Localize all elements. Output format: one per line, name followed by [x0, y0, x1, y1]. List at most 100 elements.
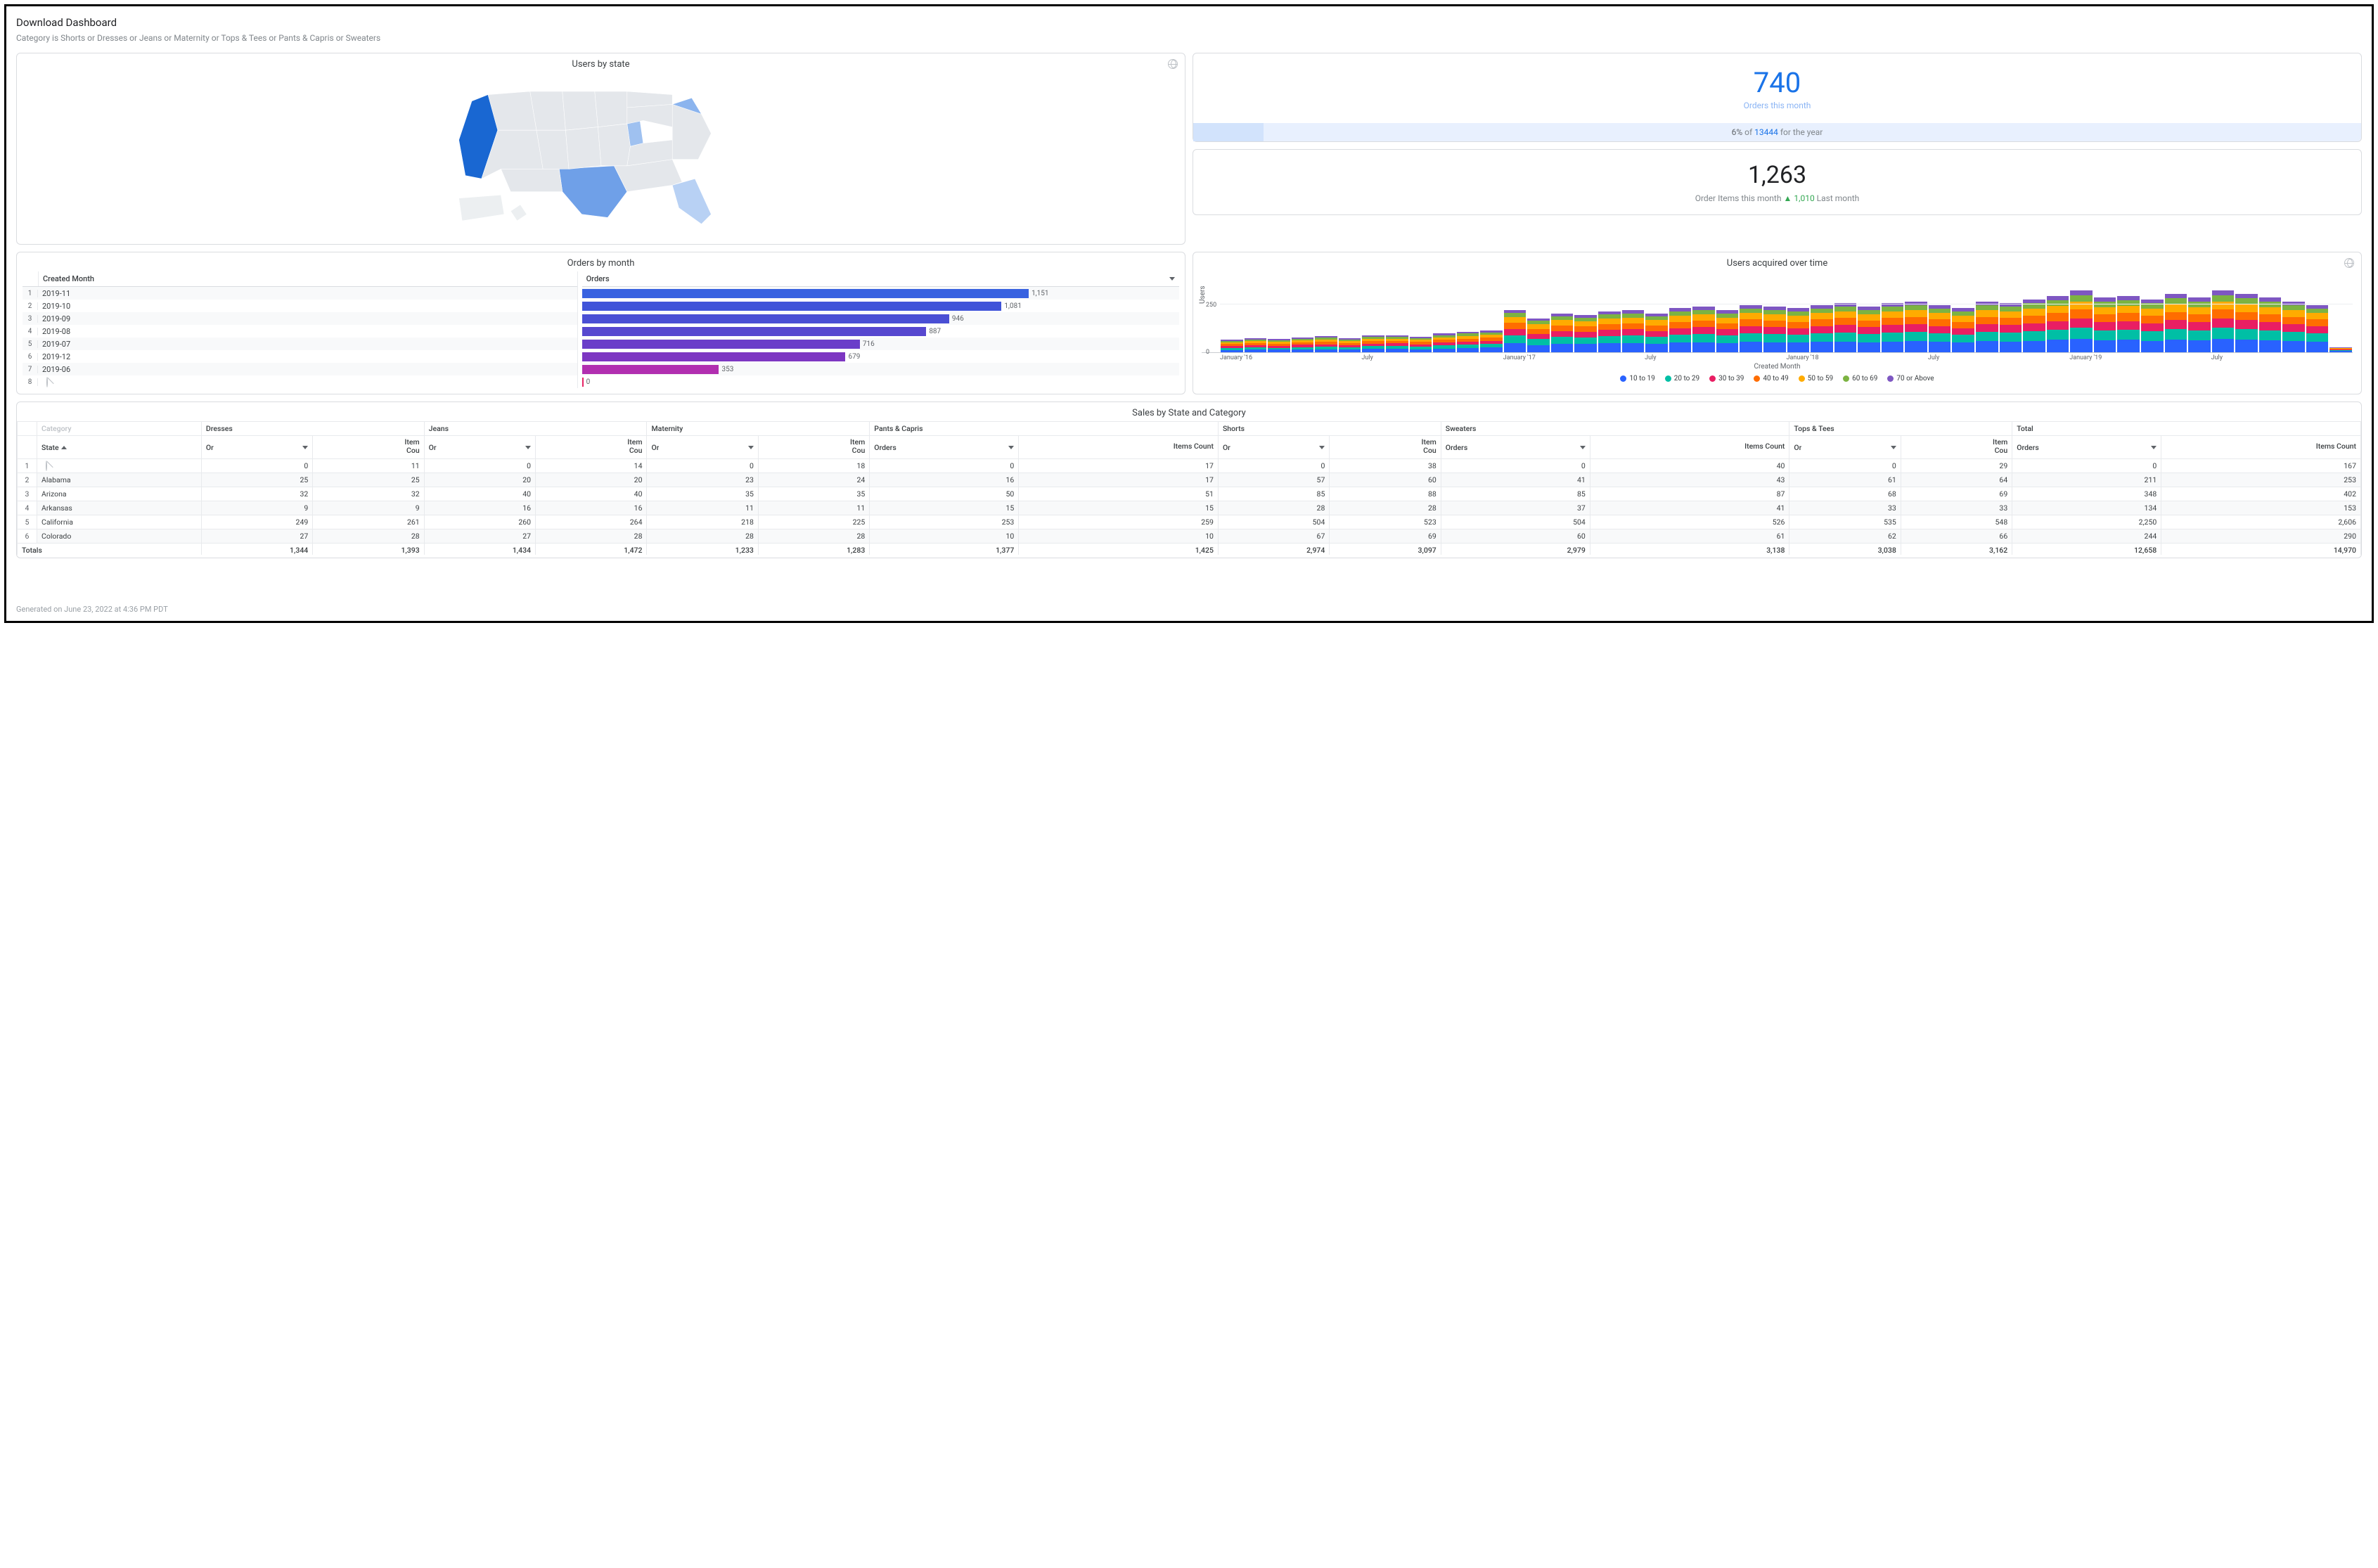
col-items-count[interactable]: ItemCou	[1330, 436, 1441, 459]
category-header[interactable]: Maternity	[647, 422, 870, 436]
x-axis-label: Created Month	[1202, 363, 2353, 371]
table-row[interactable]: 3Arizona32324040353550518588858768693484…	[18, 487, 2361, 501]
bar-row[interactable]: 946	[582, 312, 1179, 325]
col-items-count[interactable]: ItemCou	[313, 436, 424, 459]
chart-bar[interactable]	[1811, 305, 1833, 352]
col-items-count[interactable]: ItemCou	[536, 436, 647, 459]
chart-bar[interactable]	[1858, 307, 1880, 352]
chart-bar[interactable]	[1740, 305, 1762, 352]
chevron-down-icon	[1008, 446, 1014, 449]
chart-bar[interactable]	[1268, 339, 1290, 352]
chart-bar[interactable]	[2235, 294, 2258, 352]
chart-bar[interactable]	[1716, 310, 1739, 352]
col-state[interactable]: State	[37, 436, 202, 459]
bar-row[interactable]: 0	[582, 375, 1179, 388]
chart-bar[interactable]	[2094, 297, 2116, 352]
col-items-count[interactable]: Items Count	[1019, 436, 1219, 459]
chart-bar[interactable]	[1645, 314, 1668, 352]
chart-bar[interactable]	[1669, 308, 1692, 352]
chart-bar[interactable]	[1339, 338, 1361, 352]
chart-bar[interactable]	[2000, 303, 2022, 352]
chart-bar[interactable]	[2188, 297, 2211, 352]
chart-bar[interactable]	[1221, 340, 1243, 352]
chart-bar[interactable]	[2306, 305, 2329, 352]
col-orders[interactable]: Orders	[2012, 436, 2161, 459]
chart-bar[interactable]	[1457, 332, 1479, 352]
category-header[interactable]: Pants & Capris	[870, 422, 1219, 436]
chart-bar[interactable]	[1882, 303, 1904, 352]
col-items-count[interactable]: ItemCou	[758, 436, 869, 459]
table-row[interactable]: 72019-06	[23, 363, 577, 375]
chart-bar[interactable]	[1480, 330, 1503, 352]
chart-bar[interactable]	[1834, 303, 1857, 352]
chart-bar[interactable]	[1551, 314, 1574, 352]
category-header[interactable]: Dresses	[201, 422, 424, 436]
bar-row[interactable]: 679	[582, 350, 1179, 363]
chart-bar[interactable]	[1598, 311, 1621, 352]
chart-bar[interactable]	[1245, 338, 1267, 352]
col-orders[interactable]: Or	[647, 436, 758, 459]
chart-bar[interactable]	[1952, 308, 1974, 352]
chart-bar[interactable]	[1362, 335, 1384, 352]
col-orders[interactable]: Or	[424, 436, 535, 459]
chart-bar[interactable]	[1787, 308, 1810, 352]
col-orders[interactable]: Orders	[870, 436, 1019, 459]
table-row[interactable]: 2Alabama25252020232416175760414361642112…	[18, 473, 2361, 487]
table-row[interactable]: 4Arkansas9916161111151528283741333313415…	[18, 501, 2361, 515]
chart-bar[interactable]	[1527, 319, 1550, 352]
bar-row[interactable]: 1,151	[582, 287, 1179, 300]
table-row[interactable]: 10110140180170380400290167	[18, 459, 2361, 473]
chart-bar[interactable]	[1574, 315, 1597, 352]
us-map[interactable]	[17, 72, 1185, 244]
chart-bar[interactable]	[2070, 290, 2093, 352]
table-row[interactable]: 42019-08	[23, 325, 577, 338]
chart-bar[interactable]	[1315, 336, 1337, 352]
col-orders[interactable]: Or	[1789, 436, 1901, 459]
bar-row[interactable]: 353	[582, 363, 1179, 375]
chart-bar[interactable]	[1504, 310, 1527, 352]
chart-bar[interactable]	[2329, 347, 2352, 352]
chart-bar[interactable]	[1692, 307, 1715, 352]
col-items-count[interactable]: Items Count	[1590, 436, 1789, 459]
col-orders[interactable]: Or	[201, 436, 312, 459]
stacked-bar-chart[interactable]: Users 0 250	[1202, 276, 2353, 353]
chart-bar[interactable]	[1433, 333, 1455, 352]
col-created-month[interactable]: Created Month	[38, 271, 577, 286]
category-header[interactable]: Sweaters	[1441, 422, 1789, 436]
chart-bar[interactable]	[1386, 335, 1408, 352]
table-row[interactable]: 8	[23, 375, 577, 388]
col-orders[interactable]: Or	[1218, 436, 1329, 459]
chart-bar[interactable]	[2141, 300, 2164, 352]
chart-bar[interactable]	[2259, 297, 2282, 352]
bar-row[interactable]: 887	[582, 325, 1179, 338]
category-header[interactable]: Total	[2012, 422, 2361, 436]
chart-bar[interactable]	[1976, 302, 1998, 352]
col-items-count[interactable]: Items Count	[2161, 436, 2361, 459]
table-row[interactable]: 12019-11	[23, 287, 577, 300]
category-header[interactable]: Tops & Tees	[1789, 422, 2012, 436]
chart-bar[interactable]	[2023, 300, 2045, 352]
table-row[interactable]: 32019-09	[23, 312, 577, 325]
chart-bar[interactable]	[1929, 305, 1951, 352]
chart-bar[interactable]	[1622, 310, 1645, 352]
category-header[interactable]: Jeans	[424, 422, 647, 436]
table-row[interactable]: 22019-10	[23, 300, 577, 312]
table-row[interactable]: 6Colorado2728272828281010676960616266244…	[18, 529, 2361, 544]
chart-bar[interactable]	[1763, 307, 1786, 352]
chart-bar[interactable]	[1905, 302, 1927, 352]
chart-bar[interactable]	[2212, 290, 2235, 352]
table-row[interactable]: 62019-12	[23, 350, 577, 363]
category-header[interactable]: Shorts	[1218, 422, 1441, 436]
col-orders[interactable]: Orders	[1441, 436, 1590, 459]
bar-row[interactable]: 1,081	[582, 300, 1179, 312]
col-orders[interactable]: Orders	[582, 271, 1179, 286]
sales-table[interactable]: CategoryDressesJeansMaternityPants & Cap…	[17, 421, 2361, 555]
chart-bar[interactable]	[1292, 338, 1314, 352]
chart-bar[interactable]	[2282, 302, 2305, 352]
bar-row[interactable]: 716	[582, 338, 1179, 350]
table-row[interactable]: 5California24926126026421822525325950452…	[18, 515, 2361, 529]
chart-bar[interactable]	[2165, 294, 2187, 352]
col-items-count[interactable]: ItemCou	[1901, 436, 2012, 459]
chart-bar[interactable]	[1410, 337, 1432, 352]
table-row[interactable]: 52019-07	[23, 338, 577, 350]
